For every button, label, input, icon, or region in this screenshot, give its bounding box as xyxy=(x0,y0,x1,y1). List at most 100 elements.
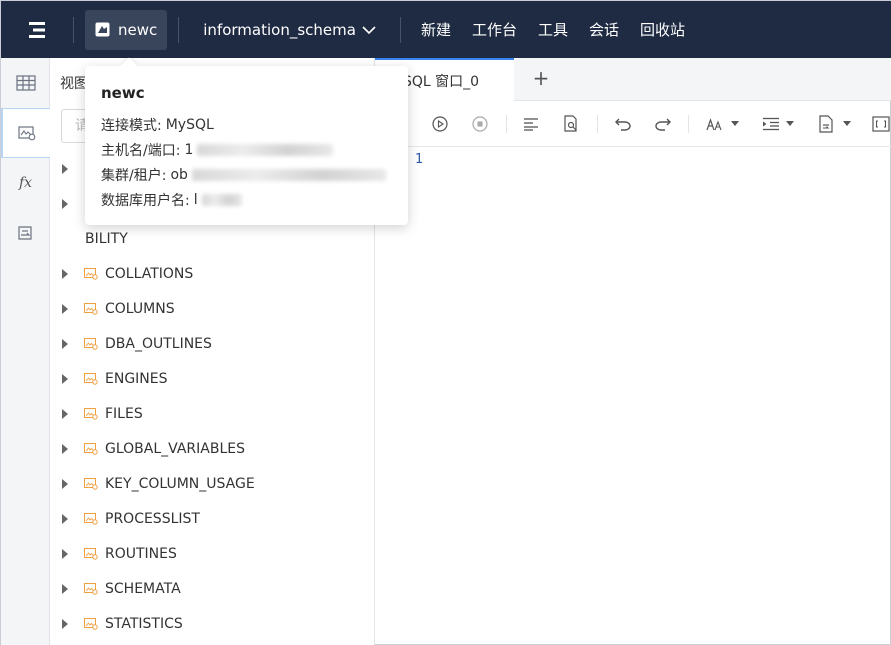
view-icon xyxy=(84,267,98,280)
tree-item[interactable]: GLOBAL_VARIABLES xyxy=(50,431,375,466)
find-button[interactable] xyxy=(561,114,581,134)
tree-item[interactable]: ENGINES xyxy=(50,361,375,396)
rail-procedures[interactable] xyxy=(1,208,50,258)
expand-caret-icon[interactable] xyxy=(62,443,68,454)
tree-item-label: COLUMNS xyxy=(105,300,175,317)
expand-caret-icon[interactable] xyxy=(62,408,68,419)
expand-caret-icon[interactable] xyxy=(62,268,68,279)
expand-caret-icon[interactable] xyxy=(62,373,68,384)
redacted-text xyxy=(197,143,334,156)
play-circle-icon xyxy=(432,116,448,132)
tree-item[interactable]: COLUMNS xyxy=(50,291,375,326)
connection-info-popover: newc 连接模式: MySQL 主机名/端口: 1 集群/租户: ob 数据库… xyxy=(85,66,408,225)
user-value: l xyxy=(193,191,198,208)
view-icon xyxy=(84,302,98,315)
host-port-row: 主机名/端口: 1 xyxy=(101,137,392,162)
tree-item[interactable]: DBA_OUTLINES xyxy=(50,326,375,361)
tree-item[interactable]: ROUTINES xyxy=(50,536,375,571)
database-name: information_schema xyxy=(203,20,356,39)
tree-item-label: KEY_COLUMN_USAGE xyxy=(105,475,255,492)
run-button[interactable] xyxy=(430,114,450,134)
expand-caret-icon[interactable] xyxy=(62,338,68,349)
menu-sessions[interactable]: 会话 xyxy=(589,19,619,40)
view-icon xyxy=(17,126,35,141)
logo-icon xyxy=(29,21,45,38)
menu-tools[interactable]: 工具 xyxy=(538,19,568,40)
menu-recycle-bin[interactable]: 回收站 xyxy=(640,19,685,40)
redo-button[interactable] xyxy=(653,114,673,134)
undo-button[interactable] xyxy=(613,114,633,134)
mode-label: 连接模式: xyxy=(101,117,162,134)
expand-caret-icon[interactable] xyxy=(62,548,68,559)
table-icon xyxy=(15,75,36,91)
bracket-box-icon xyxy=(872,116,890,132)
app-logo[interactable] xyxy=(1,1,73,58)
tree-item-label: FILES xyxy=(105,405,143,422)
stop-button[interactable] xyxy=(470,114,490,134)
text-case-icon xyxy=(706,118,722,131)
connection-mode-row: 连接模式: MySQL xyxy=(101,112,392,137)
tree-item[interactable]: COLLATIONS xyxy=(50,256,375,291)
case-button[interactable] xyxy=(705,114,725,134)
align-left-icon xyxy=(524,118,538,131)
editor-tabs: SQL 窗口_0 + xyxy=(375,58,891,101)
rail-functions[interactable]: fx xyxy=(1,158,50,208)
tree-item-label: ROUTINES xyxy=(105,545,177,562)
expand-caret-icon[interactable] xyxy=(62,618,68,629)
case-dropdown-caret-icon[interactable] xyxy=(731,121,739,126)
tree-item[interactable]: KEY_COLUMN_USAGE xyxy=(50,466,375,501)
tree-item[interactable]: PROCESSLIST xyxy=(50,501,375,536)
divider xyxy=(399,16,401,43)
divider xyxy=(506,115,507,133)
tree-item-label: ENGINES xyxy=(105,370,168,387)
tree-item-label: GLOBAL_VARIABLES xyxy=(105,440,245,457)
chevron-down-icon xyxy=(362,25,376,34)
menu-workbench[interactable]: 工作台 xyxy=(472,19,517,40)
document-button[interactable] xyxy=(816,114,836,134)
expand-caret-icon[interactable] xyxy=(62,478,68,489)
db-user-row: 数据库用户名: l xyxy=(101,187,392,212)
add-tab-button[interactable]: + xyxy=(529,66,553,90)
indent-icon xyxy=(763,117,779,131)
view-icon xyxy=(84,442,98,455)
document-dropdown-caret-icon[interactable] xyxy=(843,121,851,126)
sql-editor[interactable]: 1 xyxy=(375,147,891,645)
tree-item[interactable]: FILES xyxy=(50,396,375,431)
tree-item[interactable]: BILITY xyxy=(50,221,375,256)
expand-caret-icon[interactable] xyxy=(62,198,68,209)
editor-toolbar xyxy=(375,101,891,147)
host-value: 1 xyxy=(184,141,194,158)
redacted-text xyxy=(191,168,386,181)
database-connection-icon xyxy=(95,22,110,37)
procedure-icon xyxy=(17,226,32,240)
divider xyxy=(178,16,180,43)
expand-caret-icon[interactable] xyxy=(62,303,68,314)
format-button[interactable] xyxy=(521,114,541,134)
connection-button[interactable]: newc xyxy=(85,9,168,50)
user-label: 数据库用户名: xyxy=(101,192,190,209)
more-button[interactable] xyxy=(871,114,891,134)
indent-dropdown-caret-icon[interactable] xyxy=(786,121,794,126)
stop-circle-icon xyxy=(472,116,488,132)
tree-item[interactable]: STATISTICS xyxy=(50,606,375,641)
redo-icon xyxy=(655,118,671,131)
top-navbar: newc information_schema 新建 工作台 工具 会话 回收站 xyxy=(1,1,891,58)
view-icon xyxy=(84,582,98,595)
rail-views[interactable] xyxy=(1,108,50,158)
expand-caret-icon[interactable] xyxy=(62,583,68,594)
tree-item-label: STATISTICS xyxy=(105,615,183,632)
indent-button[interactable] xyxy=(761,114,781,134)
rail-tables[interactable] xyxy=(1,58,50,108)
tree-item-label: PROCESSLIST xyxy=(105,510,200,527)
tree-item[interactable]: SCHEMATA xyxy=(50,571,375,606)
cluster-label: 集群/租户: xyxy=(101,167,167,184)
view-icon xyxy=(84,477,98,490)
line-number: 1 xyxy=(415,152,424,167)
tab-label: SQL 窗口_0 xyxy=(403,73,480,90)
expand-caret-icon[interactable] xyxy=(62,163,68,174)
panel-title: 视图 xyxy=(60,76,88,92)
view-icon xyxy=(84,617,98,630)
database-selector[interactable]: information_schema xyxy=(203,21,376,39)
expand-caret-icon[interactable] xyxy=(62,513,68,524)
menu-new[interactable]: 新建 xyxy=(421,19,451,40)
